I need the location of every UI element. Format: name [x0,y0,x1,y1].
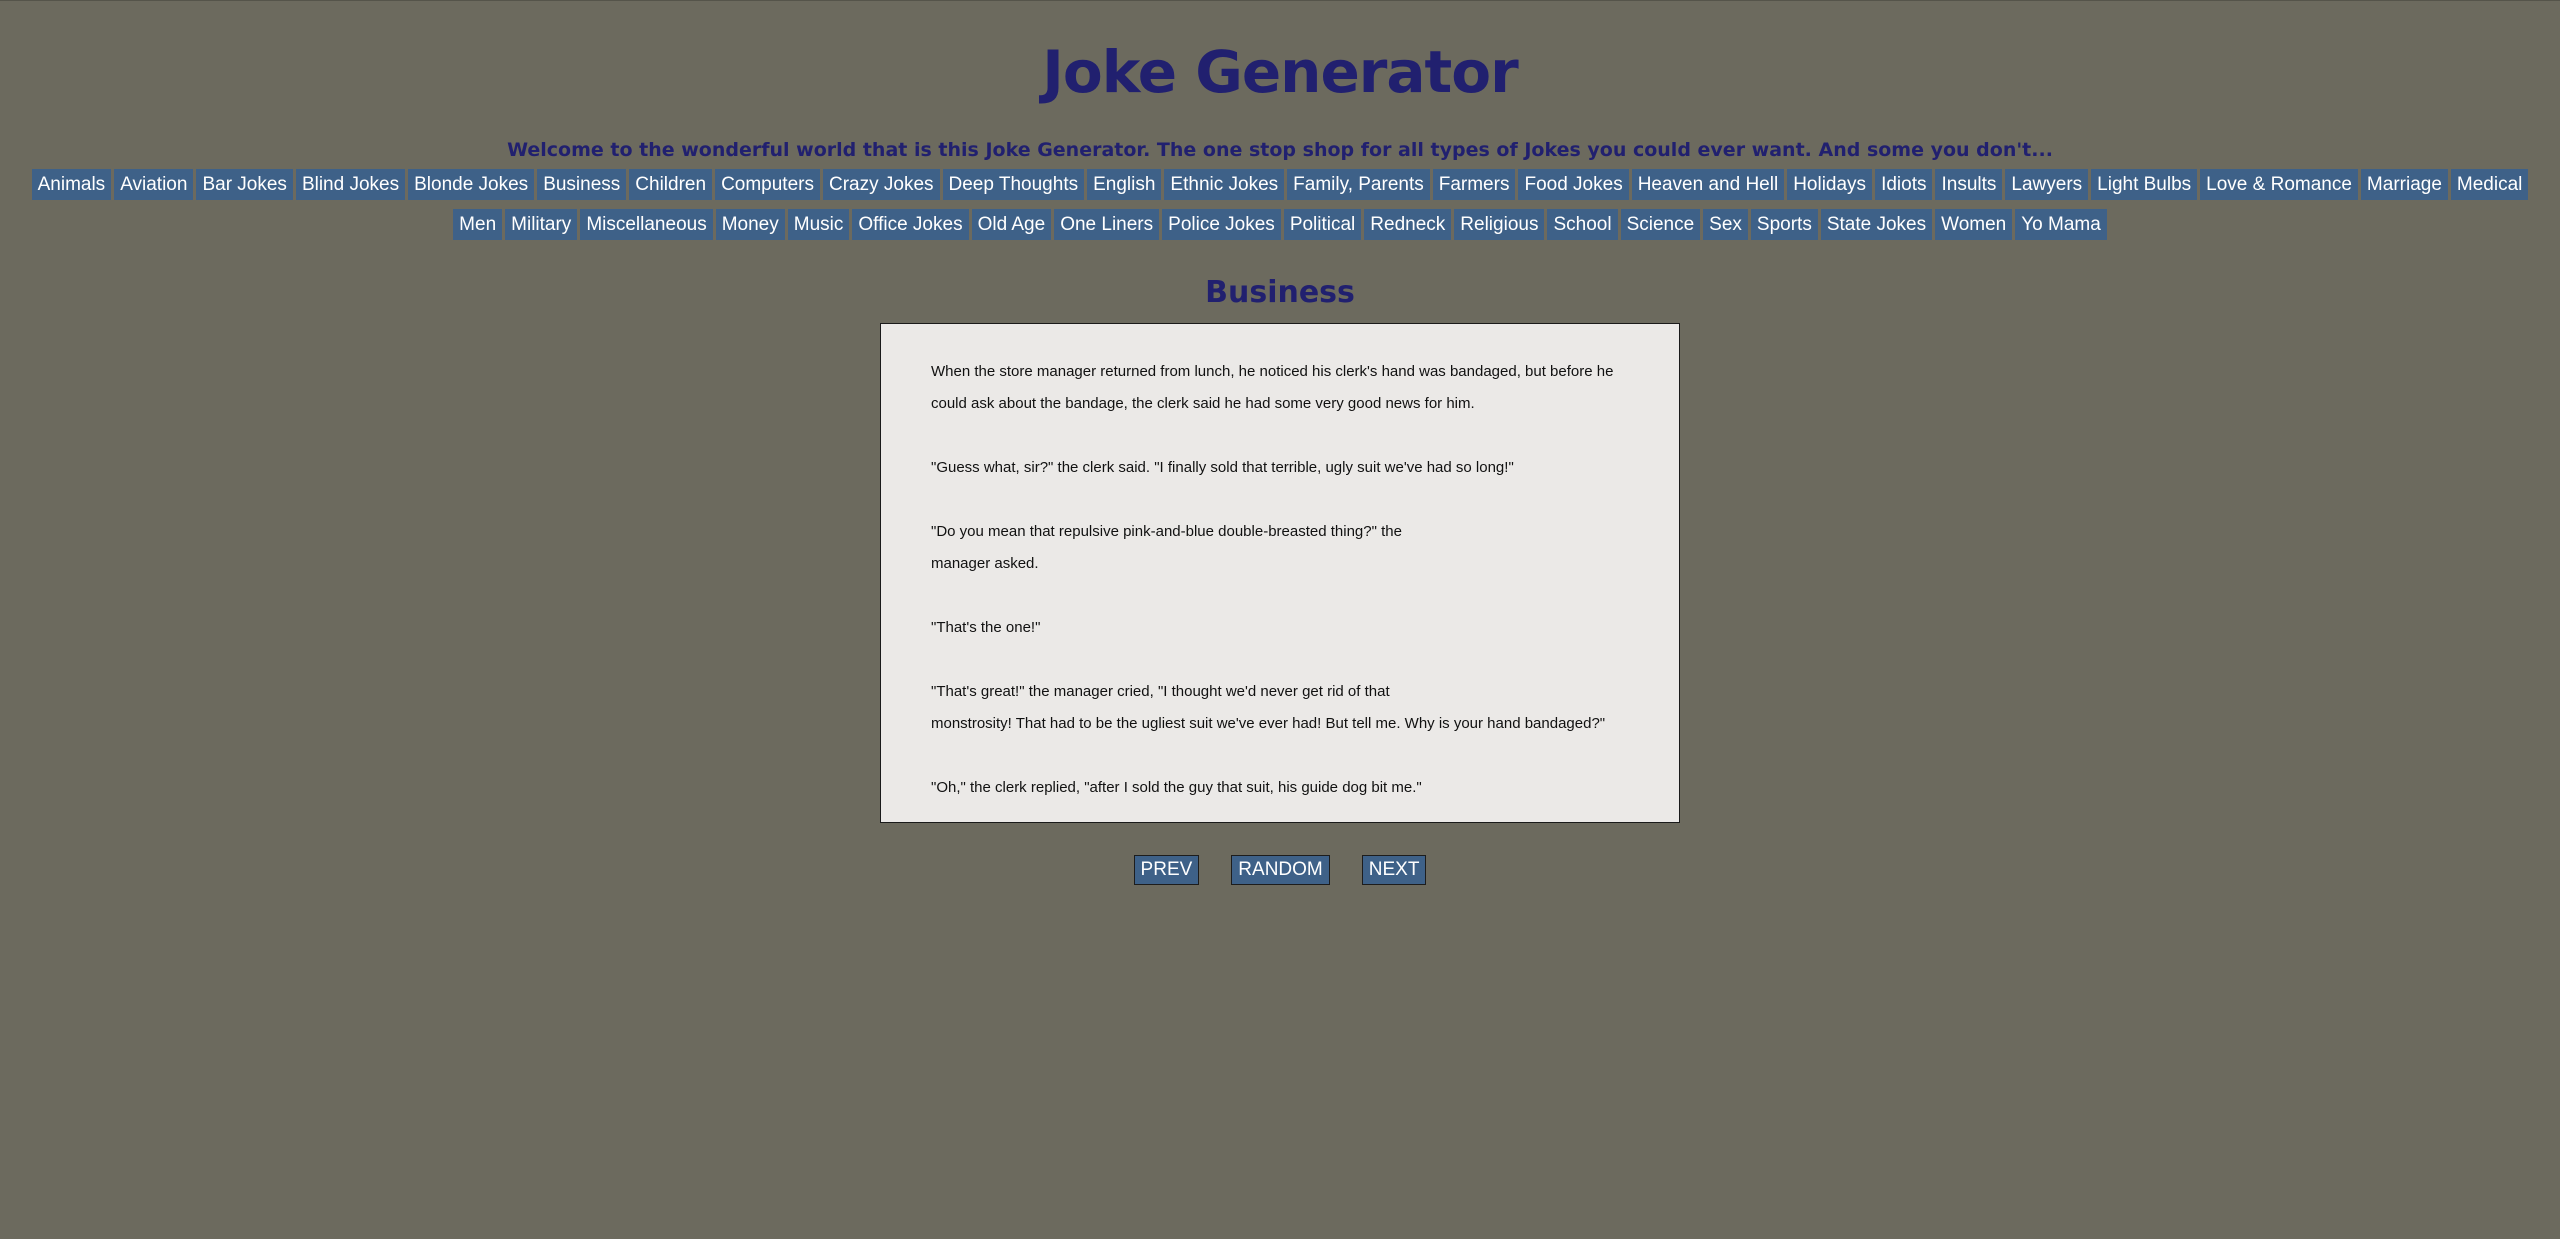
nav-item-police-jokes[interactable]: Police Jokes [1162,209,1281,240]
next-button[interactable]: NEXT [1361,855,1427,885]
nav-item-redneck[interactable]: Redneck [1364,209,1452,240]
nav-item-religious[interactable]: Religious [1454,209,1545,240]
nav-item-one-liners[interactable]: One Liners [1054,209,1160,240]
nav-item-music[interactable]: Music [787,209,850,240]
nav-item-children[interactable]: Children [629,169,713,200]
category-nav-row-2: Men Military Miscellaneous Money Music Office… [453,209,2107,240]
joke-controls: PREV RANDOM NEXT [1118,855,1443,885]
page: Joke Generator Welcome to the wonderful … [0,1,2560,885]
nav-item-blonde-jokes[interactable]: Blonde Jokes [408,169,535,200]
nav-item-family-parents[interactable]: Family, Parents [1287,169,1430,200]
nav-item-men[interactable]: Men [453,209,503,240]
nav-item-food-jokes[interactable]: Food Jokes [1518,169,1629,200]
nav-item-old-age[interactable]: Old Age [971,209,1052,240]
nav-item-holidays[interactable]: Holidays [1787,169,1873,200]
joke-line: monstrosity! That had to be the ugliest … [931,715,1606,732]
joke-paragraph: "Oh," the clerk replied, "after I sold t… [931,772,1629,804]
joke-line: "Guess what, sir?" the clerk said. "I fi… [931,459,1514,476]
joke-line: "Do you mean that repulsive pink-and-blu… [931,523,1402,540]
nav-item-medical[interactable]: Medical [2450,169,2529,200]
nav-item-political[interactable]: Political [1283,209,1362,240]
nav-item-miscellaneous[interactable]: Miscellaneous [580,209,713,240]
nav-item-crazy-jokes[interactable]: Crazy Jokes [822,169,940,200]
nav-item-insults[interactable]: Insults [1935,169,2003,200]
category-nav-row-1: Animals Aviation Bar Jokes Blind Jokes Blond… [31,169,2529,200]
joke-paragraph: "Do you mean that repulsive pink-and-blu… [931,516,1629,580]
nav-item-school[interactable]: School [1547,209,1618,240]
nav-item-heaven-and-hell[interactable]: Heaven and Hell [1631,169,1785,200]
nav-item-sports[interactable]: Sports [1750,209,1818,240]
nav-item-women[interactable]: Women [1935,209,2013,240]
page-title: Joke Generator [1042,38,1518,106]
joke-line: "That's great!" the manager cried, "I th… [931,683,1390,700]
joke-line: When the store manager returned from lun… [931,363,1614,380]
nav-item-blind-jokes[interactable]: Blind Jokes [295,169,406,200]
joke-box: When the store manager returned from lun… [880,323,1680,823]
nav-item-business[interactable]: Business [537,169,627,200]
joke-paragraph: "Guess what, sir?" the clerk said. "I fi… [931,452,1629,484]
nav-item-english[interactable]: English [1087,169,1162,200]
category-heading: Business [1205,275,1355,310]
prev-button[interactable]: PREV [1133,855,1200,885]
welcome-text: Welcome to the wonderful world that is t… [507,139,2053,161]
joke-line: "Oh," the clerk replied, "after I sold t… [931,779,1422,796]
random-button[interactable]: RANDOM [1231,855,1330,885]
nav-item-farmers[interactable]: Farmers [1432,169,1516,200]
nav-item-marriage[interactable]: Marriage [2360,169,2448,200]
nav-item-military[interactable]: Military [505,209,578,240]
nav-item-lawyers[interactable]: Lawyers [2005,169,2089,200]
nav-item-light-bulbs[interactable]: Light Bulbs [2091,169,2198,200]
joke-paragraph: "That's the one!" [931,612,1629,644]
nav-item-idiots[interactable]: Idiots [1875,169,1933,200]
nav-item-sex[interactable]: Sex [1703,209,1748,240]
nav-item-ethnic-jokes[interactable]: Ethnic Jokes [1164,169,1285,200]
nav-item-office-jokes[interactable]: Office Jokes [852,209,969,240]
nav-item-yo-mama[interactable]: Yo Mama [2015,209,2107,240]
joke-paragraph: When the store manager returned from lun… [931,356,1629,420]
category-nav: Animals Aviation Bar Jokes Blind Jokes Blond… [0,169,2560,249]
joke-line: manager asked. [931,555,1039,572]
joke-line: could ask about the bandage, the clerk s… [931,395,1475,412]
nav-item-state-jokes[interactable]: State Jokes [1820,209,1933,240]
joke-line: "That's the one!" [931,619,1041,636]
nav-item-aviation[interactable]: Aviation [114,169,194,200]
nav-item-money[interactable]: Money [715,209,785,240]
joke-paragraph: "That's great!" the manager cried, "I th… [931,676,1629,740]
nav-item-computers[interactable]: Computers [715,169,820,200]
nav-item-animals[interactable]: Animals [31,169,112,200]
nav-item-science[interactable]: Science [1620,209,1701,240]
nav-item-bar-jokes[interactable]: Bar Jokes [196,169,293,200]
nav-item-deep-thoughts[interactable]: Deep Thoughts [942,169,1085,200]
nav-item-love-and-romance[interactable]: Love & Romance [2200,169,2358,200]
